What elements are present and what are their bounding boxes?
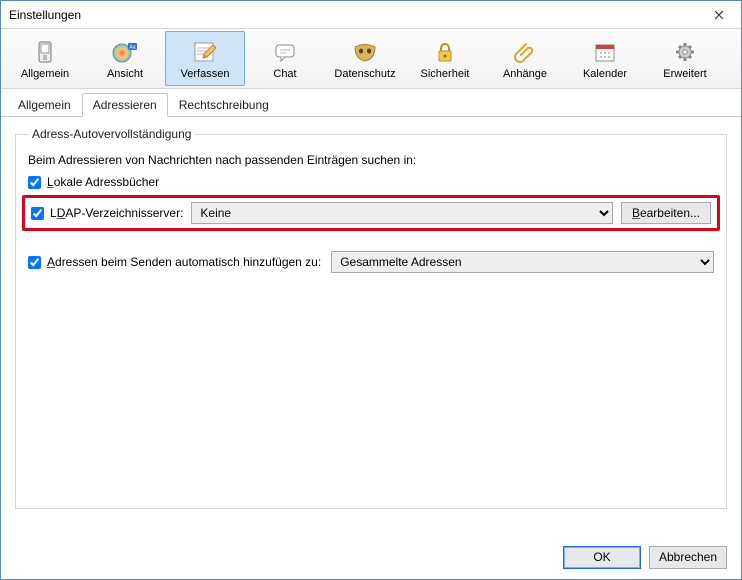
autocomplete-group: Adress-Autovervollständigung Beim Adress… — [15, 127, 727, 509]
toolbar-label: Ansicht — [107, 68, 143, 80]
ldap-row-highlight: LDAP-Verzeichnisserver: Keine Bearbeiten… — [22, 195, 720, 231]
gear-icon — [671, 38, 699, 66]
compose-icon — [191, 38, 219, 66]
tab-allgemein[interactable]: Allgemein — [7, 93, 82, 117]
auto-add-row: Adressen beim Senden automatisch hinzufü… — [28, 251, 714, 273]
toolbar-item-anhaenge[interactable]: Anhänge — [485, 31, 565, 86]
ldap-edit-button[interactable]: Bearbeiten... — [621, 202, 711, 224]
auto-add-label[interactable]: Adressen beim Senden automatisch hinzufü… — [47, 255, 321, 269]
toolbar-item-erweitert[interactable]: Erweitert — [645, 31, 725, 86]
auto-add-checkbox-wrap: Adressen beim Senden automatisch hinzufü… — [28, 255, 321, 269]
svg-text:Aa: Aa — [129, 44, 135, 50]
toolbar-item-ansicht[interactable]: Aa Ansicht — [85, 31, 165, 86]
ldap-checkbox[interactable] — [31, 207, 44, 220]
ldap-label[interactable]: LDAP-Verzeichnisserver: — [50, 206, 183, 220]
auto-add-destination-select[interactable]: Gesammelte Adressen — [331, 251, 714, 273]
toolbar-label: Erweitert — [663, 68, 706, 80]
toolbar-item-sicherheit[interactable]: Sicherheit — [405, 31, 485, 86]
toolbar-label: Verfassen — [181, 68, 230, 80]
palette-icon: Aa — [111, 38, 139, 66]
tab-rechtschreibung[interactable]: Rechtschreibung — [168, 93, 280, 117]
toolbar-label: Kalender — [583, 68, 627, 80]
toolbar-label: Sicherheit — [421, 68, 470, 80]
toggle-icon — [31, 38, 59, 66]
ok-button[interactable]: OK — [563, 546, 641, 569]
paperclip-icon — [511, 38, 539, 66]
local-addressbooks-row: Lokale Adressbücher — [28, 175, 714, 189]
window-close-button[interactable] — [697, 1, 741, 29]
auto-add-checkbox[interactable] — [28, 256, 41, 269]
mask-icon — [351, 38, 379, 66]
window-title: Einstellungen — [9, 8, 81, 22]
local-addressbooks-checkbox[interactable] — [28, 176, 41, 189]
tab-adressieren[interactable]: Adressieren — [82, 93, 168, 117]
main-toolbar: Allgemein Aa Ansicht Verfassen Chat Date… — [1, 29, 741, 89]
content-panel: Adress-Autovervollständigung Beim Adress… — [1, 117, 741, 535]
chat-icon — [271, 38, 299, 66]
toolbar-label: Allgemein — [21, 68, 69, 80]
group-legend: Adress-Autovervollständigung — [28, 127, 195, 141]
ldap-checkbox-wrap: LDAP-Verzeichnisserver: — [31, 206, 183, 220]
toolbar-item-allgemein[interactable]: Allgemein — [5, 31, 85, 86]
sub-tabs: Allgemein Adressieren Rechtschreibung — [1, 89, 741, 117]
ldap-server-select[interactable]: Keine — [191, 202, 613, 224]
toolbar-item-kalender[interactable]: Kalender — [565, 31, 645, 86]
local-addressbooks-label[interactable]: Lokale Adressbücher — [47, 175, 159, 189]
close-icon — [714, 10, 724, 20]
toolbar-label: Chat — [273, 68, 296, 80]
lock-icon — [431, 38, 459, 66]
calendar-icon — [591, 38, 619, 66]
toolbar-label: Anhänge — [503, 68, 547, 80]
group-description: Beim Adressieren von Nachrichten nach pa… — [28, 153, 714, 167]
title-bar: Einstellungen — [1, 1, 741, 29]
toolbar-item-chat[interactable]: Chat — [245, 31, 325, 86]
toolbar-item-datenschutz[interactable]: Datenschutz — [325, 31, 405, 86]
cancel-button[interactable]: Abbrechen — [649, 546, 727, 569]
dialog-footer: OK Abbrechen — [1, 535, 741, 579]
toolbar-label: Datenschutz — [334, 68, 395, 80]
toolbar-item-verfassen[interactable]: Verfassen — [165, 31, 245, 86]
